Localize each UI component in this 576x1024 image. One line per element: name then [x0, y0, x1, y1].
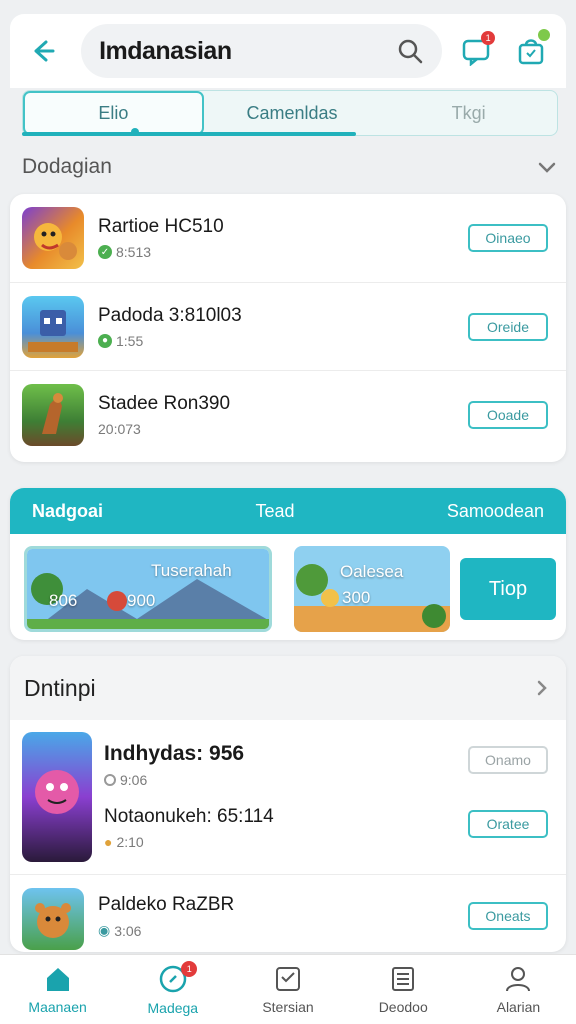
document-icon [392, 966, 415, 991]
action-button[interactable]: Oinaeo [468, 224, 548, 252]
coin-icon: ● [104, 834, 113, 850]
promo-card: Nadgoai Tead Samoodean Tuserahah 806 900… [10, 488, 566, 640]
promo-tab-mid[interactable]: Tead [255, 501, 294, 522]
game-meta: 9:06 [120, 772, 148, 788]
game-thumbnail [22, 207, 84, 269]
clock-icon [104, 774, 116, 786]
promo-banner[interactable]: Tuserahah 806 900 [24, 546, 272, 632]
bag-indicator [538, 29, 550, 41]
nav-label: Madega [147, 999, 199, 1016]
search-bar[interactable]: Imdanasian [81, 24, 443, 78]
chat-badge: 1 [481, 31, 496, 45]
back-button[interactable] [24, 33, 59, 69]
nav-label: Deodoo [378, 998, 428, 1015]
nav-label: Maanaen [28, 998, 87, 1015]
game-title: Paldeko RaZBR [98, 894, 235, 915]
game-meta: 8:513 [116, 244, 152, 260]
nav-badge: 1 [181, 961, 198, 977]
promo-action-button[interactable]: Tiop [460, 558, 556, 620]
game-thumbnail [22, 295, 84, 358]
search-icon[interactable] [396, 37, 424, 65]
section-header-dodagian[interactable]: Dodagian [22, 150, 558, 184]
bag-button[interactable] [509, 29, 552, 73]
people-icon: ● [98, 333, 112, 348]
list-item[interactable]: Paldeko RaZBR ◉ 3:06 [98, 894, 234, 939]
banner-title: Oalesea [340, 562, 404, 581]
nav-label: Stersian [262, 998, 314, 1015]
list-item[interactable]: Padoda 3:810l03 ● 1:55 Oreide [10, 282, 566, 370]
second-list-card: Dntinpi Indhydas: 956 9:06 Onamo Notaonu… [10, 656, 566, 952]
game-thumbnail [22, 888, 84, 950]
game-thumbnail [22, 732, 92, 862]
check-circle-icon: ✓ [98, 245, 112, 259]
nav-item-explore[interactable]: 1 Madega [115, 955, 230, 1024]
banner-count-2: 900 [127, 591, 156, 610]
list-check-icon [276, 966, 300, 991]
list-item[interactable]: Notaonukeh: 65:114 ● 2:10 [104, 806, 274, 850]
game-meta: 1:55 [116, 332, 144, 349]
nav-label: Alarian [496, 998, 541, 1015]
banner-title: Tuserahah [151, 561, 232, 580]
game-thumbnail [22, 383, 84, 446]
list-item[interactable]: Stadee Ron390 20:073 Ooade [10, 370, 566, 458]
section-header-dntinpi[interactable]: Dntinpi [10, 656, 566, 720]
section-title: Dntinpi [24, 674, 96, 701]
tab-camenldas[interactable]: Camenldas [204, 91, 381, 135]
bottom-nav: Maanaen 1 Madega Stersian Deodoo Alarian [0, 954, 576, 1024]
action-button[interactable]: Oreide [468, 312, 548, 341]
tab-indicator-dot [131, 128, 139, 136]
circle-icon: ◉ [98, 922, 111, 938]
game-meta: 2:10 [116, 834, 144, 850]
action-button[interactable]: Onamo [468, 746, 548, 774]
app-header: Imdanasian 1 [10, 14, 566, 88]
arrow-left-icon [34, 40, 55, 62]
nav-item-tasks[interactable]: Stersian [230, 955, 345, 1024]
section-title: Dodagian [22, 155, 112, 178]
tab-elio[interactable]: Elio [23, 91, 204, 135]
game-list-card: Rartioe HC510 ✓ 8:513 Oinaeo Padoda 3:810… [10, 194, 566, 462]
list-item[interactable]: Rartioe HC510 ✓ 8:513 Oinaeo [10, 194, 566, 282]
chat-button[interactable]: 1 [454, 29, 497, 73]
promo-header: Nadgoai Tead Samoodean [10, 488, 566, 534]
promo-tab-left[interactable]: Nadgoai [32, 501, 103, 522]
banner-count: 806 [49, 591, 78, 610]
home-icon [46, 967, 69, 991]
divider [10, 874, 566, 875]
page-title: Imdanasian [99, 36, 232, 65]
nav-item-home[interactable]: Maanaen [0, 955, 115, 1024]
chevron-down-icon[interactable] [536, 156, 558, 178]
nav-item-profile[interactable]: Alarian [461, 955, 576, 1024]
action-button[interactable]: Oratee [468, 810, 548, 838]
game-title: Indhydas: 956 [104, 742, 245, 765]
game-meta: 20:073 [98, 420, 141, 437]
promo-tab-right[interactable]: Samoodean [447, 501, 544, 522]
game-meta: 3:06 [114, 922, 142, 939]
chevron-right-icon[interactable] [532, 678, 552, 698]
user-icon [506, 966, 531, 991]
banner-count: 300 [342, 588, 371, 607]
tab-indicator [22, 132, 356, 136]
nav-item-documents[interactable]: Deodoo [346, 955, 461, 1024]
action-button[interactable]: Ooade [468, 400, 548, 429]
list-item[interactable]: Indhydas: 956 9:06 [104, 742, 244, 788]
promo-banner[interactable]: Oalesea 300 [294, 546, 450, 632]
tab-tkgi[interactable]: Tkgi [380, 91, 557, 135]
tab-bar: Elio Camenldas Tkgi [22, 90, 558, 136]
action-button[interactable]: Oneats [468, 902, 548, 930]
game-title: Notaonukeh: 65:114 [104, 806, 274, 827]
